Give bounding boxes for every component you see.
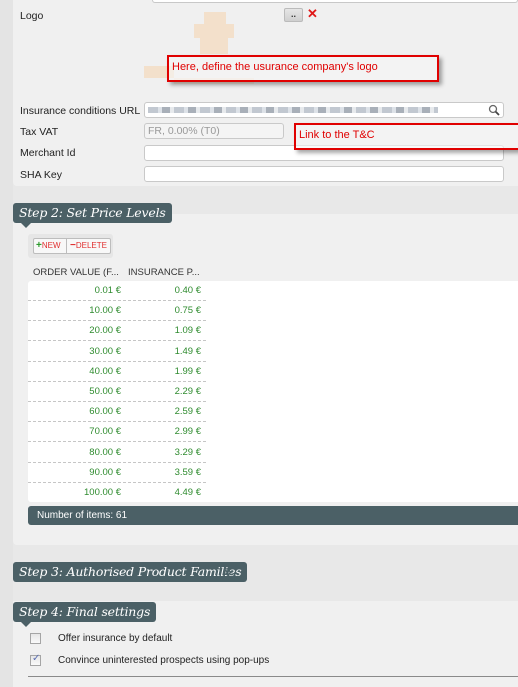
step2-title: Step 2: Set Price Levels <box>13 203 172 228</box>
sha-key-input[interactable] <box>144 166 504 182</box>
insurance-price-cell: 3.59 € <box>174 466 201 478</box>
insurance-price-cell: 2.29 € <box>174 386 201 397</box>
tax-vat-label: Tax VAT <box>20 126 59 138</box>
order-value-cell: 90.00 € <box>89 466 121 478</box>
delete-button[interactable]: −DELETE <box>66 238 111 254</box>
left-margin <box>0 0 13 687</box>
column-header-insurance-price[interactable]: INSURANCE P... <box>128 267 200 278</box>
order-value-cell: 10.00 € <box>89 305 121 317</box>
order-value-cell: 0.01 € <box>94 285 121 296</box>
logo-annotation-callout: Here, define the usurance company's logo <box>167 55 439 82</box>
insurance-price-cell: 2.59 € <box>174 406 201 418</box>
table-row[interactable]: 30.00 € 1.49 € <box>28 342 206 362</box>
table-row[interactable]: 60.00 € 2.59 € <box>28 402 206 423</box>
table-row[interactable]: 0.01 € 0.40 € <box>28 281 206 301</box>
logo-label: Logo <box>20 10 44 22</box>
insurance-url-label: Insurance conditions URL <box>20 105 141 117</box>
convince-prospects-label: Convince uninterested prospects using po… <box>58 655 270 666</box>
order-value-cell: 100.00 € <box>84 487 121 498</box>
insurance-price-cell: 0.40 € <box>174 285 201 296</box>
insurance-price-cell: 1.99 € <box>174 365 201 377</box>
blurred-url-value <box>148 107 438 113</box>
step3-title-text: Step 3: Authorised Product Families <box>19 564 242 579</box>
delete-button-label: DELETE <box>75 241 107 250</box>
step4-title-text: Step 4: Final settings <box>19 604 151 619</box>
table-row[interactable]: 10.00 € 0.75 € <box>28 301 206 322</box>
order-value-cell: 40.00 € <box>89 365 121 377</box>
order-value-cell: 60.00 € <box>89 406 121 418</box>
divider <box>28 676 518 677</box>
table-row[interactable]: 80.00 € 3.29 € <box>28 443 206 463</box>
table-row[interactable]: 50.00 € 2.29 € <box>28 382 206 402</box>
browse-logo-button[interactable]: .. <box>284 8 303 22</box>
step2-title-pointer <box>21 223 31 228</box>
sha-key-label: SHA Key <box>20 169 63 181</box>
table-row[interactable]: 20.00 € 1.09 € <box>28 321 206 342</box>
order-value-cell: 20.00 € <box>89 325 121 337</box>
insurance-price-cell: 3.29 € <box>174 446 201 458</box>
order-value-cell: 70.00 € <box>89 426 121 438</box>
price-levels-grid: 0.01 € 0.40 € 10.00 € 0.75 € 20.00 € 1.09 € 30… <box>28 281 518 502</box>
step4-title-pointer <box>21 622 31 627</box>
table-row[interactable]: 90.00 € 3.59 € <box>28 463 206 483</box>
insurance-price-cell: 1.49 € <box>174 345 201 357</box>
insurance-price-cell: 1.09 € <box>174 325 201 337</box>
order-value-cell: 50.00 € <box>89 386 121 397</box>
tc-annotation-callout: Link to the T&C <box>294 123 518 150</box>
checkmark-icon: ✓ <box>32 653 41 664</box>
offer-insurance-label: Offer insurance by default <box>58 633 173 644</box>
grid-footer-item-count: Number of items: 61 <box>28 506 518 525</box>
new-button-label: NEW <box>41 241 61 250</box>
search-icon[interactable] <box>488 104 500 116</box>
insurance-url-input[interactable] <box>144 102 504 118</box>
table-row[interactable]: 40.00 € 1.99 € <box>28 362 206 382</box>
expand-chevron-icon[interactable]: » <box>224 563 232 579</box>
step4-title: Step 4: Final settings <box>13 602 157 627</box>
table-row[interactable]: 100.00 € 4.49 € <box>28 483 206 503</box>
step2-title-text: Step 2: Set Price Levels <box>19 205 166 220</box>
insurance-price-cell: 2.99 € <box>174 426 201 438</box>
insurance-price-cell: 4.49 € <box>174 487 201 498</box>
merchant-id-label: Merchant Id <box>20 147 76 159</box>
tax-vat-field: FR, 0.00% (T0) <box>144 123 284 139</box>
table-row[interactable]: 70.00 € 2.99 € <box>28 422 206 443</box>
order-value-cell: 80.00 € <box>89 446 121 458</box>
remove-logo-icon[interactable]: ✕ <box>307 7 318 21</box>
previous-field-input[interactable] <box>152 0 518 3</box>
convince-prospects-checkbox[interactable]: ✓ <box>30 653 41 666</box>
column-header-order-value[interactable]: ORDER VALUE (F... <box>33 267 119 278</box>
insurance-price-cell: 0.75 € <box>174 305 201 317</box>
step3-title[interactable]: Step 3: Authorised Product Families <box>13 562 248 582</box>
new-button[interactable]: +NEW <box>33 238 67 254</box>
order-value-cell: 30.00 € <box>89 345 121 357</box>
offer-insurance-checkbox[interactable] <box>30 633 41 644</box>
